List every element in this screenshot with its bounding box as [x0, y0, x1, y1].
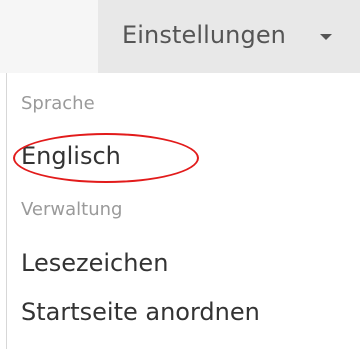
dropdown-menu-border: [6, 73, 7, 349]
caret-down-icon: [320, 34, 332, 40]
menu-header-administration: Verwaltung: [21, 199, 123, 220]
menu-item-bookmarks[interactable]: Lesezeichen: [21, 249, 168, 277]
menu-item-english[interactable]: Englisch: [21, 142, 121, 170]
menu-header-language: Sprache: [21, 93, 95, 114]
settings-dropdown-label: Einstellungen: [122, 21, 286, 49]
menu-item-arrange-homepage[interactable]: Startseite anordnen: [21, 298, 260, 326]
settings-dropdown-toggle[interactable]: Einstellungen: [98, 0, 360, 73]
